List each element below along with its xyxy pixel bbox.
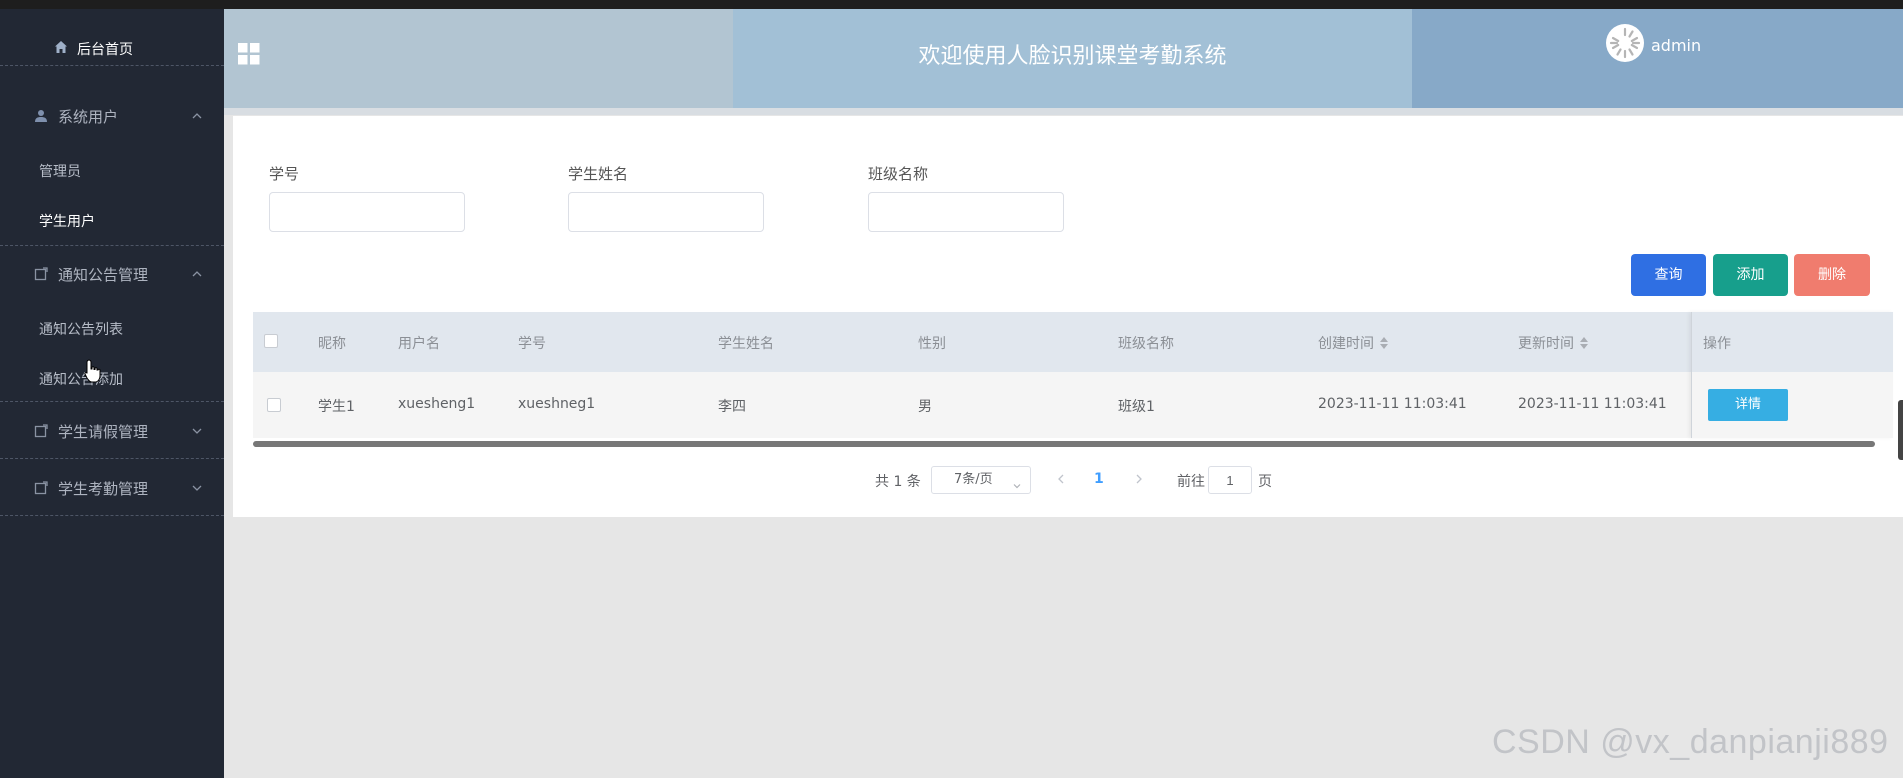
page-title: 欢迎使用人脸识别课堂考勤系统 xyxy=(918,44,1227,69)
sidebar-group-label: 通知公告管理 xyxy=(58,265,149,284)
header-divider xyxy=(224,108,1903,115)
sidebar-group-attendance[interactable]: 学生考勤管理 xyxy=(0,460,224,516)
sidebar-item-home[interactable]: 后台首页 xyxy=(54,39,133,59)
column-header-actions: 操作 xyxy=(1703,336,1731,352)
avatar[interactable] xyxy=(1606,24,1644,62)
sidebar-item-student-users[interactable]: 学生用户 xyxy=(39,211,95,231)
header: 欢迎使用人脸识别课堂考勤系统 admin xyxy=(224,9,1903,108)
cell-nickname: 学生1 xyxy=(318,399,355,415)
table-header xyxy=(253,312,1893,372)
header-segment xyxy=(1412,9,1903,108)
sidebar-group-label: 学生考勤管理 xyxy=(58,479,149,498)
sidebar-group-label: 系统用户 xyxy=(58,107,119,126)
sort-icon[interactable] xyxy=(1380,337,1388,349)
student-no-input[interactable] xyxy=(269,192,465,232)
username-label[interactable]: admin xyxy=(1651,36,1701,55)
hand-cursor-icon xyxy=(84,359,102,383)
row-checkbox[interactable] xyxy=(267,398,281,412)
chevron-down-icon xyxy=(1012,475,1022,489)
goto-suffix: 页 xyxy=(1258,474,1272,490)
column-header-student-no: 学号 xyxy=(518,336,546,352)
window-top-bar xyxy=(0,0,1903,9)
column-header-student-name: 学生姓名 xyxy=(718,336,774,352)
sidebar-group-label: 学生请假管理 xyxy=(58,422,149,441)
column-header-username: 用户名 xyxy=(398,336,440,352)
goto-prefix: 前往 xyxy=(1177,474,1205,490)
query-button[interactable]: 查询 xyxy=(1631,254,1706,296)
sidebar-home-label: 后台首页 xyxy=(77,42,133,58)
column-header-updated[interactable]: 更新时间 xyxy=(1518,333,1588,353)
detail-button[interactable]: 详情 xyxy=(1708,389,1788,421)
column-header-nickname: 昵称 xyxy=(318,336,346,352)
chevron-down-icon xyxy=(190,424,204,438)
column-header-class-name: 班级名称 xyxy=(1118,336,1174,352)
sort-icon[interactable] xyxy=(1580,337,1588,349)
chevron-down-icon xyxy=(190,481,204,495)
sidebar-group-leave[interactable]: 学生请假管理 xyxy=(0,403,224,459)
horizontal-scrollbar[interactable] xyxy=(253,441,1875,447)
cell-student-name: 李四 xyxy=(718,399,746,415)
notice-icon xyxy=(34,267,48,281)
column-header-created[interactable]: 创建时间 xyxy=(1318,333,1388,353)
sidebar-group-notice[interactable]: 通知公告管理 xyxy=(0,246,224,302)
sidebar-item-admin[interactable]: 管理员 xyxy=(39,161,81,181)
sidebar-divider xyxy=(0,401,224,402)
student-no-label: 学号 xyxy=(269,165,300,183)
sidebar-item-notice-list[interactable]: 通知公告列表 xyxy=(39,319,123,339)
class-name-input[interactable] xyxy=(868,192,1064,232)
page-size-value: 7条/页 xyxy=(954,472,993,487)
class-name-label: 班级名称 xyxy=(868,165,929,183)
cell-updated: 2023-11-11 11:03:41 xyxy=(1518,396,1667,412)
student-name-input[interactable] xyxy=(568,192,764,232)
cell-student-no: xueshneg1 xyxy=(518,396,596,412)
chevron-up-icon xyxy=(190,267,204,281)
sidebar-divider xyxy=(0,458,224,459)
student-name-label: 学生姓名 xyxy=(568,165,629,183)
user-icon xyxy=(34,109,48,123)
sidebar-divider xyxy=(0,515,224,516)
home-icon xyxy=(54,40,68,58)
header-segment xyxy=(224,9,733,108)
add-button[interactable]: 添加 xyxy=(1713,254,1788,296)
attendance-icon xyxy=(34,481,48,495)
prev-page-icon[interactable] xyxy=(1054,471,1068,487)
goto-page-input[interactable] xyxy=(1208,466,1252,494)
vertical-scrollbar[interactable] xyxy=(1898,400,1903,460)
watermark: CSDN @vx_danpianji889 xyxy=(1492,723,1889,761)
column-header-gender: 性别 xyxy=(918,336,946,352)
sidebar-item-notice-add[interactable]: 通知公告添加 xyxy=(39,369,123,389)
select-all-checkbox[interactable] xyxy=(264,334,278,348)
sidebar: 后台首页 系统用户 管理员 学生用户 通知公告管理 通知公告列表 通知公告添加 … xyxy=(0,9,224,778)
cell-username: xuesheng1 xyxy=(398,396,476,412)
pagination-total: 共 1 条 xyxy=(875,474,921,490)
sidebar-divider xyxy=(0,65,224,66)
menu-grid-icon[interactable] xyxy=(238,43,260,65)
cell-class-name: 班级1 xyxy=(1118,399,1155,415)
column-header-updated-label: 更新时间 xyxy=(1518,336,1574,352)
current-page[interactable]: 1 xyxy=(1094,471,1104,487)
column-header-created-label: 创建时间 xyxy=(1318,336,1374,352)
sidebar-group-system-users[interactable]: 系统用户 xyxy=(0,88,224,144)
chevron-up-icon xyxy=(190,109,204,123)
leave-icon xyxy=(34,424,48,438)
cell-created: 2023-11-11 11:03:41 xyxy=(1318,396,1467,412)
cell-gender: 男 xyxy=(918,399,932,415)
page-size-select[interactable]: 7条/页 xyxy=(931,466,1031,494)
next-page-icon[interactable] xyxy=(1132,471,1146,487)
delete-button[interactable]: 删除 xyxy=(1794,254,1870,296)
